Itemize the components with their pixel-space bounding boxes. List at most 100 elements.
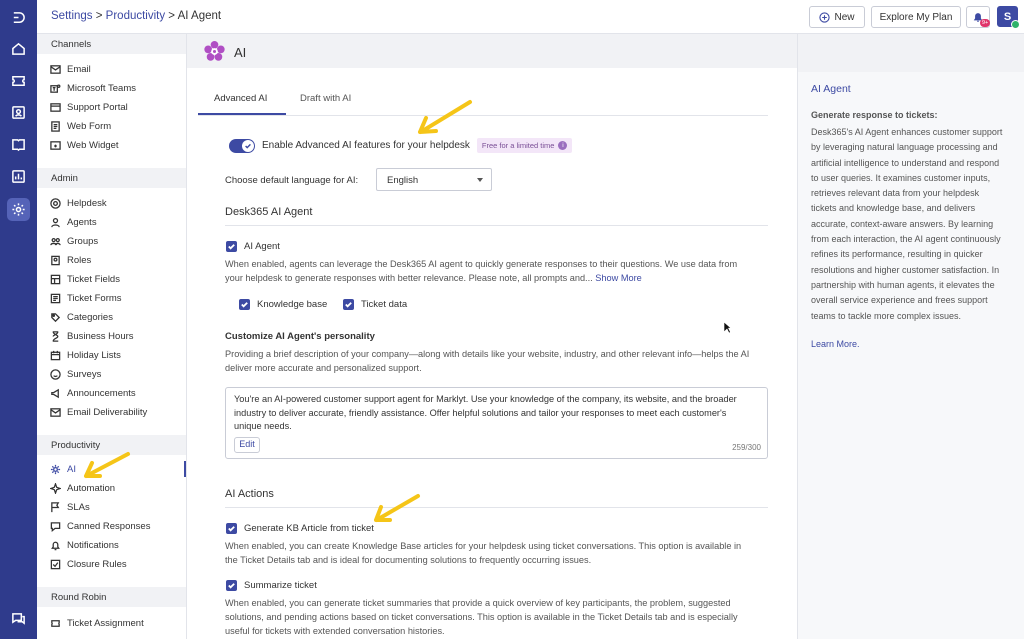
form-icon	[49, 120, 61, 132]
sidebar-item-slas[interactable]: SLAs	[49, 499, 90, 515]
personality-title: Customize AI Agent's personality	[225, 331, 375, 342]
sidebar-item-label: Web Form	[67, 120, 112, 132]
breadcrumb-separator: >	[165, 10, 178, 22]
page-header: AI	[187, 34, 797, 68]
info-panel-title: AI Agent	[811, 83, 851, 95]
reports-icon[interactable]	[7, 165, 30, 188]
new-button[interactable]: New	[809, 6, 865, 28]
breadcrumb-settings[interactable]: Settings	[51, 10, 93, 22]
sidebar-item-label: Groups	[67, 235, 99, 247]
explore-plan-button[interactable]: Explore My Plan	[871, 6, 961, 28]
chat-icon[interactable]	[7, 607, 30, 630]
page-title: AI	[234, 45, 247, 60]
sidebar-item-helpdesk[interactable]: Helpdesk	[49, 195, 107, 211]
sidebar-item-web-form[interactable]: Web Form	[49, 118, 111, 134]
sidebar-item-ticket-assignment[interactable]: Ticket Assignment	[49, 615, 144, 631]
sidebar-item-email-deliverability[interactable]: Email Deliverability	[49, 404, 147, 420]
sidebar-item-ai[interactable]: AI	[49, 461, 76, 477]
info-panel-line: refines its performance, resulting in qu…	[811, 249, 983, 260]
sidebar-item-microsoft-teams[interactable]: Microsoft Teams	[49, 80, 136, 96]
sidebar-item-agents[interactable]: Agents	[49, 214, 97, 230]
ai-agent-checkbox-row[interactable]: AI Agent	[226, 241, 280, 252]
enable-ai-toggle[interactable]	[229, 138, 255, 153]
sidebar-item-web-widget[interactable]: Web Widget	[49, 137, 119, 153]
edit-button-label: Edit	[239, 439, 255, 450]
info-panel-line: accurate, context-aware answers. By lear…	[811, 218, 994, 229]
summarize-ticket-checkbox[interactable]	[226, 580, 237, 591]
learn-more-link[interactable]: Learn More.	[811, 339, 860, 349]
sidebar-item-label: Ticket Fields	[67, 273, 120, 285]
summarize-description: When enabled, you can generate ticket su…	[225, 596, 790, 638]
contacts-icon[interactable]	[7, 101, 30, 124]
sidebar-item-label: Helpdesk	[67, 197, 107, 209]
sidebar-item-label: Web Widget	[67, 139, 119, 151]
sidebar-item-ticket-forms[interactable]: Ticket Forms	[49, 290, 122, 306]
ticket-data-checkbox[interactable]	[343, 299, 354, 310]
main-content: AI Advanced AI Draft with AI Enable Adva…	[187, 34, 797, 639]
settings-icon[interactable]	[7, 198, 30, 221]
kb-article-checkbox-row[interactable]: Generate KB Article from ticket	[226, 523, 374, 534]
logo-icon[interactable]	[7, 6, 30, 29]
sidebar-item-label: Canned Responses	[67, 520, 151, 532]
ticket-icon[interactable]	[7, 69, 30, 92]
sidebar-item-label: Roles	[67, 254, 92, 266]
tab-advanced-ai[interactable]: Advanced AI	[214, 93, 267, 104]
personality-text-line: You're an AI-powered customer support ag…	[234, 394, 737, 404]
group-icon	[49, 235, 61, 247]
megaphone-icon	[49, 387, 61, 399]
sidebar-item-label: Ticket Forms	[67, 292, 122, 304]
sidebar-item-groups[interactable]: Groups	[49, 233, 98, 249]
avatar-letter: S	[1003, 10, 1012, 23]
sidebar-item-holiday-lists[interactable]: Holiday Lists	[49, 347, 121, 363]
annotation-arrow-kb-article	[374, 494, 420, 522]
edit-button[interactable]: Edit	[234, 437, 260, 453]
avatar[interactable]: S	[997, 6, 1020, 29]
notifications-button[interactable]: 9+	[966, 6, 991, 28]
personality-textarea[interactable]: You're an AI-powered customer support ag…	[225, 387, 768, 459]
explore-plan-label: Explore My Plan	[879, 11, 953, 23]
kb-checkbox-row[interactable]: Knowledge base	[239, 299, 327, 310]
settings-sidebar: Channels Email Microsoft Teams Support P…	[37, 34, 187, 639]
admin-header: Admin	[37, 168, 186, 188]
info-panel-line: artificial intelligence to understand an…	[811, 157, 1000, 168]
assignment-icon	[49, 617, 61, 629]
info-panel-header-strip	[797, 34, 1024, 72]
sidebar-item-canned-responses[interactable]: Canned Responses	[49, 518, 150, 534]
ticket-data-checkbox-row[interactable]: Ticket data	[343, 299, 407, 310]
language-select[interactable]: English	[376, 168, 492, 191]
breadcrumb-current: AI Agent	[177, 10, 222, 22]
category-icon	[49, 311, 61, 323]
sidebar-item-notifications[interactable]: Notifications	[49, 537, 119, 553]
app-rail	[0, 0, 37, 639]
sidebar-item-email[interactable]: Email	[49, 61, 91, 77]
tab-draft-with-ai[interactable]: Draft with AI	[300, 93, 351, 104]
sidebar-item-label: Agents	[67, 216, 97, 228]
calendar-icon	[49, 349, 61, 361]
show-more-link[interactable]: Show More	[595, 273, 641, 283]
sidebar-item-label: SLAs	[67, 501, 90, 513]
knowledge-base-checkbox[interactable]	[239, 299, 250, 310]
knowledge-base-icon[interactable]	[7, 133, 30, 156]
breadcrumb-productivity[interactable]: Productivity	[106, 10, 165, 22]
sidebar-item-roles[interactable]: Roles	[49, 252, 91, 268]
sidebar-item-categories[interactable]: Categories	[49, 309, 113, 325]
sidebar-item-business-hours[interactable]: Business Hours	[49, 328, 134, 344]
mouse-cursor-icon	[723, 321, 732, 334]
info-panel-body: Desk365's AI Agent enhances customer sup…	[811, 125, 1023, 324]
agent-icon	[49, 216, 61, 228]
summarize-checkbox-row[interactable]: Summarize ticket	[226, 580, 317, 591]
sidebar-item-ticket-fields[interactable]: Ticket Fields	[49, 271, 120, 287]
sidebar-item-closure-rules[interactable]: Closure Rules	[49, 556, 127, 572]
character-counter: 259/300	[732, 443, 761, 452]
sidebar-item-surveys[interactable]: Surveys	[49, 366, 101, 382]
home-icon[interactable]	[7, 37, 30, 60]
kb-article-description: When enabled, you can create Knowledge B…	[225, 539, 790, 567]
sidebar-item-support-portal[interactable]: Support Portal	[49, 99, 128, 115]
generate-kb-article-checkbox[interactable]	[226, 523, 237, 534]
sidebar-item-announcements[interactable]: Announcements	[49, 385, 136, 401]
sidebar-item-automation[interactable]: Automation	[49, 480, 115, 496]
ai-agent-checkbox[interactable]	[226, 241, 237, 252]
active-indicator	[184, 461, 186, 477]
info-icon[interactable]: i	[558, 141, 568, 150]
sidebar-item-label: Email	[67, 63, 91, 75]
